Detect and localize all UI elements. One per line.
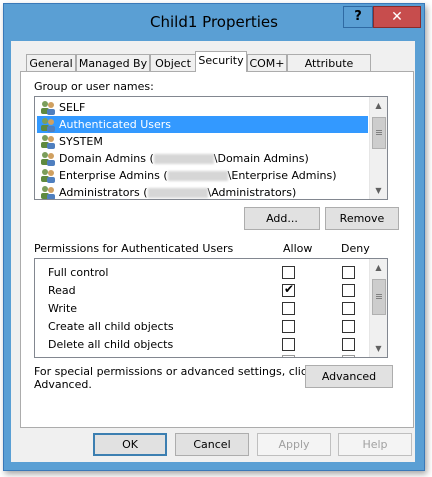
deny-checkbox-partial[interactable] — [342, 355, 355, 357]
checkmark-icon: ✔ — [284, 282, 295, 296]
title-bar[interactable]: Child1 Properties ? ✕ — [4, 4, 424, 40]
principals-listbox[interactable]: SELF Authenticated Users SYSTEM Domain A… — [34, 96, 388, 200]
security-tab-panel: Group or user names: SELF Authenticated … — [20, 71, 414, 428]
scroll-up-arrow-icon[interactable]: ▲ — [370, 97, 387, 114]
allow-checkbox[interactable]: ✔ — [282, 282, 295, 297]
principal-name: Domain Admins ( — [59, 152, 154, 165]
permission-name: Write — [48, 302, 78, 315]
allow-checkbox[interactable] — [282, 320, 295, 333]
allow-checkbox[interactable] — [282, 338, 295, 351]
users-group-icon — [41, 152, 55, 166]
principal-name: Administrators ( — [59, 186, 148, 199]
allow-column-header: Allow — [283, 242, 313, 255]
scroll-thumb[interactable] — [372, 117, 386, 149]
list-item[interactable]: Administrators ( \Administrators) — [37, 184, 368, 199]
redacted-domain — [167, 171, 228, 181]
close-button[interactable]: ✕ — [373, 6, 421, 28]
tab-managed-by[interactable]: Managed By — [76, 54, 150, 72]
users-group-icon — [41, 118, 55, 132]
permissions-header: Permissions for Authenticated Users — [34, 242, 234, 255]
properties-window: Child1 Properties ? ✕ General Managed By… — [3, 3, 425, 471]
users-group-icon — [41, 135, 55, 149]
remove-button[interactable]: Remove — [325, 207, 399, 230]
special-permissions-text: For special permissions or advanced sett… — [34, 365, 314, 378]
deny-checkbox[interactable] — [342, 320, 355, 333]
permission-name: Read — [48, 284, 76, 297]
users-group-icon — [41, 101, 55, 115]
allow-checkbox-partial[interactable] — [282, 355, 295, 357]
principal-name: SELF — [59, 101, 86, 114]
add-button[interactable]: Add... — [244, 207, 320, 230]
advanced-button[interactable]: Advanced — [305, 365, 393, 388]
deny-checkbox[interactable] — [342, 266, 355, 279]
list-item[interactable]: Domain Admins ( \Domain Admins) — [37, 150, 368, 167]
scroll-down-arrow-icon[interactable]: ▼ — [370, 340, 387, 357]
tab-attribute-editor[interactable]: Attribute Editor — [287, 54, 371, 87]
group-user-names-label: Group or user names: — [34, 80, 154, 93]
redacted-domain — [147, 188, 208, 198]
principal-name-suffix: \Enterprise Admins) — [227, 169, 337, 182]
allow-checkbox[interactable] — [282, 266, 295, 279]
principal-name: Enterprise Admins ( — [59, 169, 168, 182]
deny-column-header: Deny — [341, 242, 370, 255]
allow-checkbox[interactable] — [282, 302, 295, 315]
permission-name: Full control — [48, 266, 109, 279]
tab-com-plus[interactable]: COM+ — [247, 54, 287, 72]
users-group-icon — [41, 186, 55, 199]
special-permissions-text-2: Advanced. — [34, 378, 92, 391]
apply-button[interactable]: Apply — [257, 433, 331, 456]
redacted-domain — [153, 154, 214, 164]
deny-checkbox[interactable] — [342, 284, 355, 297]
permissions-listbox[interactable]: Full control Read ✔ Write Create all chi… — [34, 258, 388, 358]
list-item-selected[interactable]: Authenticated Users — [37, 116, 368, 133]
deny-checkbox[interactable] — [342, 302, 355, 315]
principal-name-suffix: \Administrators) — [207, 186, 297, 199]
permission-name: Create all child objects — [48, 320, 174, 333]
scroll-up-arrow-icon[interactable]: ▲ — [370, 259, 387, 276]
principals-scrollbar[interactable]: ▲ ▼ — [369, 97, 387, 199]
principal-name: SYSTEM — [59, 135, 103, 148]
tab-security[interactable]: Security — [195, 51, 247, 72]
list-item[interactable]: SYSTEM — [37, 133, 368, 150]
ok-button[interactable]: OK — [93, 433, 167, 456]
scroll-thumb[interactable] — [372, 279, 386, 315]
deny-checkbox[interactable] — [342, 338, 355, 351]
permission-name: Delete all child objects — [48, 338, 174, 351]
cancel-button[interactable]: Cancel — [175, 433, 249, 456]
tab-general[interactable]: General — [26, 54, 76, 72]
help-title-button[interactable]: ? — [343, 6, 373, 28]
list-item[interactable]: Enterprise Admins ( \Enterprise Admins) — [37, 167, 368, 184]
principal-name-suffix: \Domain Admins) — [213, 152, 309, 165]
principal-name: Authenticated Users — [59, 118, 172, 131]
tab-object[interactable]: Object — [150, 54, 196, 72]
list-item[interactable]: SELF — [37, 99, 368, 116]
help-button[interactable]: Help — [338, 433, 412, 456]
permissions-scrollbar[interactable]: ▲ ▼ — [369, 259, 387, 357]
scroll-down-arrow-icon[interactable]: ▼ — [370, 182, 387, 199]
users-group-icon — [41, 169, 55, 183]
